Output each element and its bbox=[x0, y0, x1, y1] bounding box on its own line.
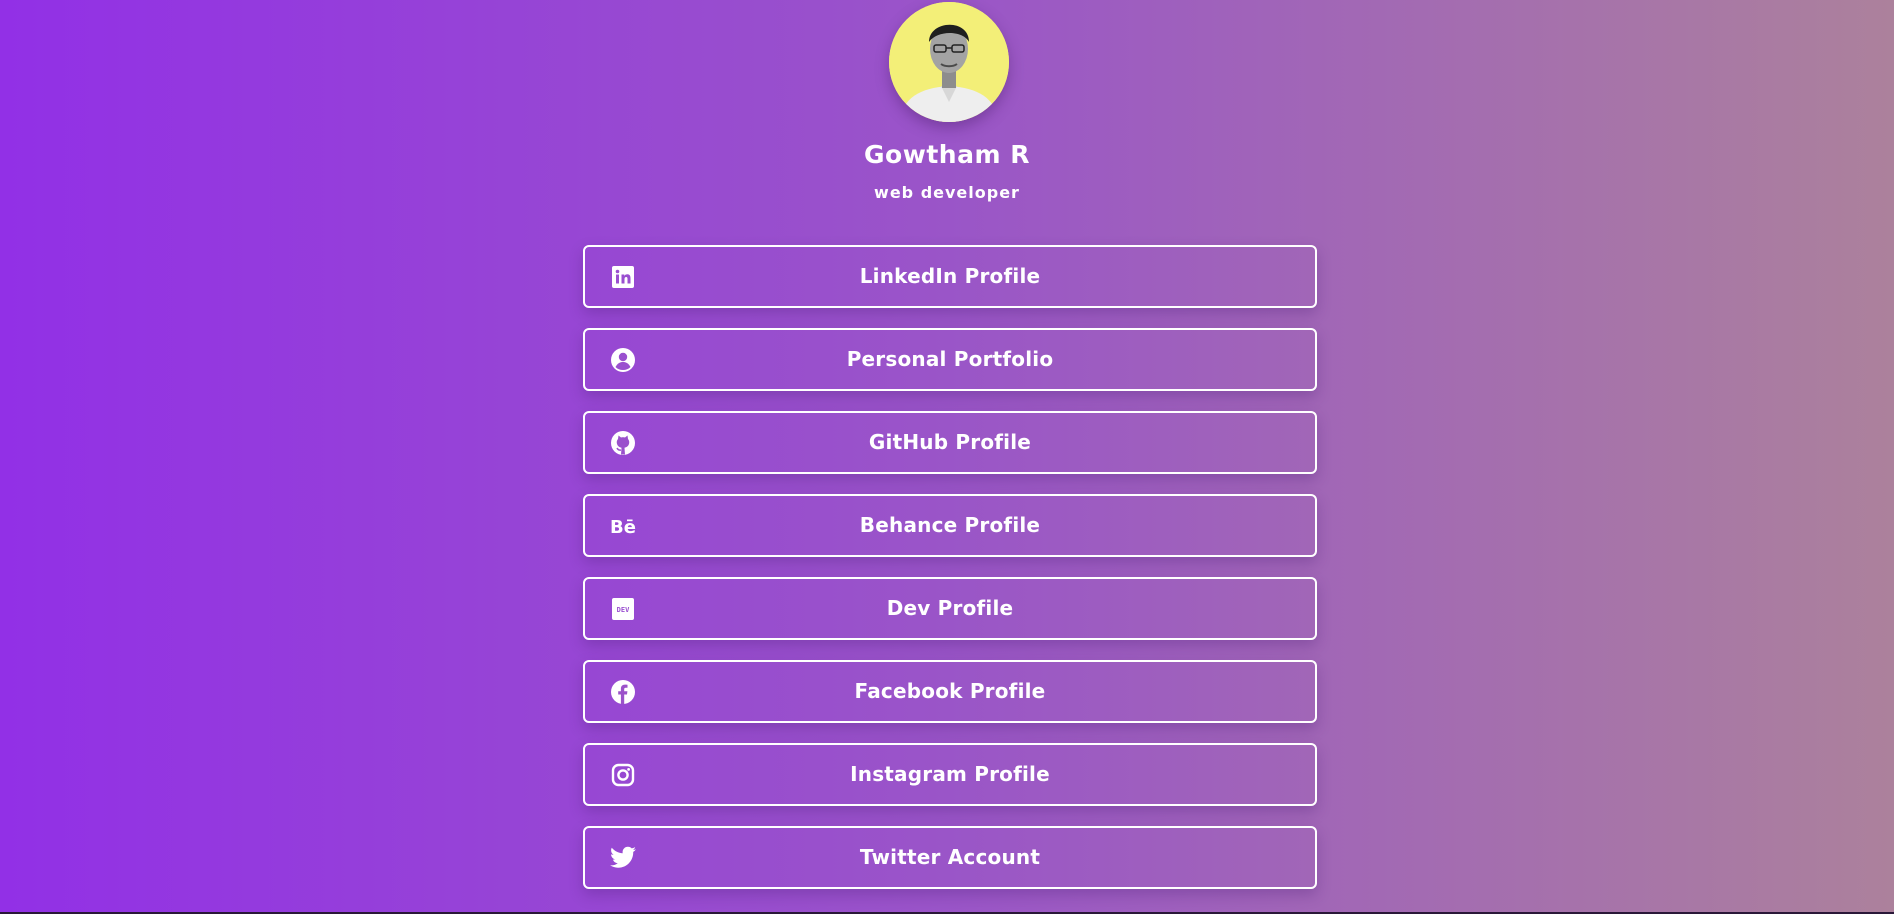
profile-role: web developer bbox=[874, 183, 1020, 202]
link-label: Twitter Account bbox=[859, 845, 1041, 869]
link-label: Behance Profile bbox=[859, 513, 1041, 537]
github-profile-button[interactable]: GitHub Profile bbox=[583, 411, 1317, 474]
twitter-account-button[interactable]: Twitter Account bbox=[583, 826, 1317, 889]
link-label: GitHub Profile bbox=[868, 430, 1032, 454]
personal-portfolio-button[interactable]: Personal Portfolio bbox=[583, 328, 1317, 391]
avatar bbox=[889, 2, 1009, 122]
linkedin-profile-button[interactable]: LinkedIn Profile bbox=[583, 245, 1317, 308]
behance-profile-button[interactable]: Bē Behance Profile bbox=[583, 494, 1317, 557]
dev-profile-button[interactable]: DEV Dev Profile bbox=[583, 577, 1317, 640]
link-label: Facebook Profile bbox=[854, 679, 1046, 703]
link-label: Instagram Profile bbox=[850, 762, 1050, 786]
profile-name: Gowtham R bbox=[864, 140, 1030, 169]
link-label: Dev Profile bbox=[886, 596, 1014, 620]
facebook-profile-button[interactable]: Facebook Profile bbox=[583, 660, 1317, 723]
avatar-photo bbox=[889, 2, 1009, 122]
link-label: Personal Portfolio bbox=[846, 347, 1054, 371]
link-label: LinkedIn Profile bbox=[859, 264, 1041, 288]
instagram-profile-button[interactable]: Instagram Profile bbox=[583, 743, 1317, 806]
